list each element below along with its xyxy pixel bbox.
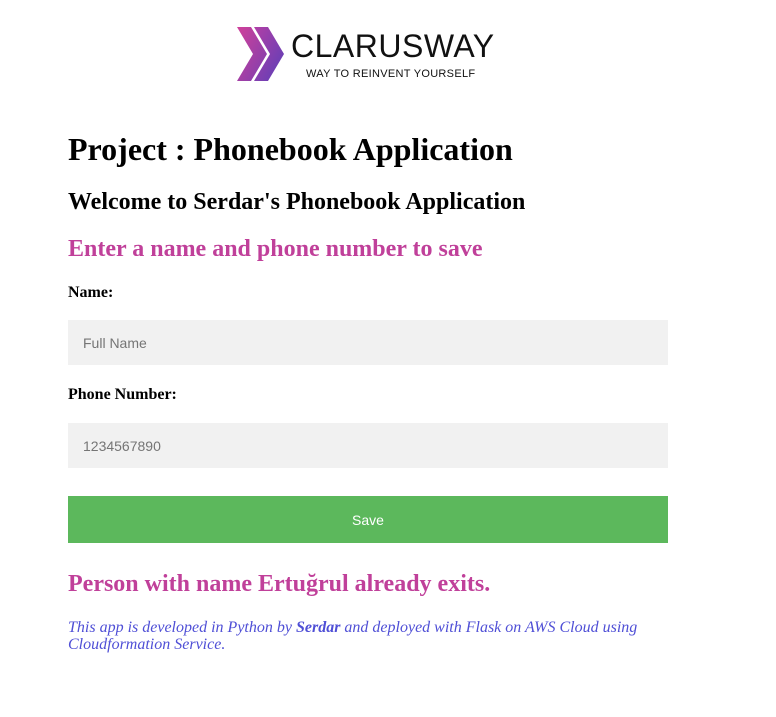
welcome-heading: Welcome to Serdar's Phonebook Applicatio… <box>68 189 526 215</box>
result-message: Person with name Ertuğrul already exits. <box>68 571 491 597</box>
footer-author: Serdar <box>295 619 341 636</box>
name-label: Name: <box>68 284 114 301</box>
instruction-heading: Enter a name and phone number to save <box>68 236 483 262</box>
phone-number-label: Phone Number: <box>68 386 177 403</box>
page-title: Project : Phonebook Application <box>68 131 513 167</box>
chevron-arrows-logo-icon <box>237 27 284 81</box>
footer-text-before: This app is developed in Python by <box>68 619 296 636</box>
phone-number-input[interactable] <box>68 423 668 468</box>
logo-name: CLARUSWAY <box>291 28 495 64</box>
full-name-input[interactable] <box>68 320 668 365</box>
logo-tagline: WAY TO REINVENT YOURSELF <box>306 68 476 80</box>
footer-note: This app is developed in Python by Serda… <box>68 619 668 653</box>
save-button[interactable]: Save <box>68 496 668 543</box>
logo: CLARUSWAY WAY TO REINVENT YOURSELF <box>237 27 507 83</box>
